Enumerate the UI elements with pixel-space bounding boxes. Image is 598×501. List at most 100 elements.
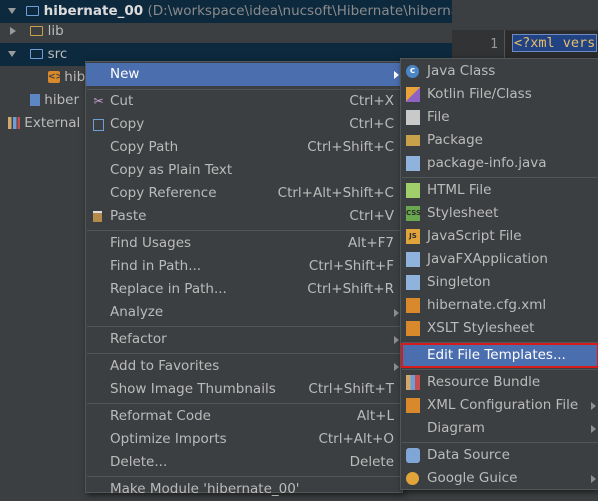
tree-item-label: External L [24,115,93,131]
menu-item-label: Refactor [110,331,167,347]
new-item-google-guice[interactable]: Google Guice [401,467,598,490]
clipboard-icon [93,211,102,222]
menu-item-delete[interactable]: Delete... Delete [86,451,402,474]
new-item-xml-configuration-file[interactable]: XML Configuration File [401,394,598,417]
line-number: 1 [490,37,498,52]
menu-item-label: JavaScript File [427,228,522,244]
menu-separator [87,326,401,327]
menu-item-label: Stylesheet [427,205,499,221]
menu-separator [87,403,401,404]
java-file-icon [406,156,420,171]
code-text: <?xml vers [512,34,598,52]
xml-file-icon [406,321,420,336]
chevron-down-icon[interactable] [8,51,16,57]
menu-item-shortcut: Ctrl+Shift+F [308,258,394,274]
menu-item-shortcut: Ctrl+X [349,93,394,109]
menu-separator [402,442,598,443]
menu-item-label: XSLT Stylesheet [427,320,535,336]
menu-item-label: package-info.java [427,155,547,171]
new-item-diagram[interactable]: Diagram [401,417,598,440]
menu-item-show-image-thumbnails[interactable]: Show Image Thumbnails Ctrl+Shift+T [86,378,402,401]
new-item-edit-file-templates[interactable]: Edit File Templates... [401,343,598,368]
tree-item-label: lib [47,23,64,39]
new-item-xslt-stylesheet[interactable]: XSLT Stylesheet [401,317,598,340]
menu-item-label: Delete... [110,454,168,470]
chevron-down-icon[interactable] [8,8,16,14]
menu-item-paste[interactable]: Paste Ctrl+V [86,205,402,228]
menu-item-cut[interactable]: ✂ Cut Ctrl+X [86,90,402,113]
menu-item-label: XML Configuration File [427,397,579,413]
menu-item-copy-plain-text[interactable]: Copy as Plain Text [86,159,402,182]
menu-item-label: Google Guice [427,470,518,486]
menu-item-label: Edit File Templates... [427,347,566,363]
menu-item-copy-path[interactable]: Copy Path Ctrl+Shift+C [86,136,402,159]
new-item-hibernate-cfg[interactable]: hibernate.cfg.xml [401,294,598,317]
menu-item-label: Analyze [110,304,164,320]
xml-file-icon: <> [48,71,64,83]
menu-item-label: Copy Reference [110,185,217,201]
tree-item-label: hib [64,69,86,85]
copy-icon [93,119,104,131]
menu-item-shortcut: Alt+F7 [348,235,394,251]
submenu-arrow-icon [591,425,596,433]
menu-item-copy-reference[interactable]: Copy Reference Ctrl+Alt+Shift+C [86,182,402,205]
chevron-right-icon[interactable] [10,27,16,35]
submenu-arrow-icon [591,475,596,483]
new-item-java-class[interactable]: c Java Class [401,60,598,83]
menu-item-label: Make Module 'hibernate_00' [110,481,300,497]
menu-item-add-to-favorites[interactable]: Add to Favorites [86,355,402,378]
js-file-icon: JS [406,229,420,244]
menu-item-replace-in-path[interactable]: Replace in Path... Ctrl+Shift+R [86,278,402,301]
database-icon [406,448,420,463]
menu-item-label: New [110,66,140,82]
menu-item-label: HTML File [427,182,492,198]
menu-item-shortcut: Alt+L [356,408,394,424]
menu-item-shortcut: Ctrl+Alt+Shift+C [277,185,394,201]
new-item-singleton[interactable]: Singleton [401,271,598,294]
menu-item-refactor[interactable]: Refactor [86,328,402,351]
menu-item-shortcut: Ctrl+Shift+R [307,281,394,297]
new-item-package[interactable]: Package [401,129,598,152]
menu-separator [402,177,598,178]
tree-root-name: hibernate_00 [43,3,144,19]
scissors-icon: ✂ [93,94,104,108]
menu-item-make-module[interactable]: Make Module 'hibernate_00' [86,478,402,501]
new-item-package-info[interactable]: package-info.java [401,152,598,175]
menu-item-label: Optimize Imports [110,431,227,447]
menu-item-shortcut: Ctrl+Alt+O [318,431,394,447]
menu-item-find-usages[interactable]: Find Usages Alt+F7 [86,232,402,255]
menu-item-label: Java Class [427,63,496,79]
menu-item-copy[interactable]: Copy Ctrl+C [86,113,402,136]
menu-item-reformat-code[interactable]: Reformat Code Alt+L [86,405,402,428]
code-line[interactable]: <?xml vers [512,34,598,52]
menu-item-label: Package [427,132,483,148]
new-item-data-source[interactable]: Data Source [401,444,598,467]
menu-item-analyze[interactable]: Analyze [86,301,402,324]
menu-item-label: Reformat Code [110,408,211,424]
tree-root-path: (D:\workspace\idea\nucsoft\Hibernate\hib… [147,3,473,19]
new-item-resource-bundle[interactable]: Resource Bundle [401,371,598,394]
new-item-html-file[interactable]: HTML File [401,179,598,202]
menu-item-label: Singleton [427,274,491,290]
menu-item-label: Find in Path... [110,258,202,274]
menu-item-optimize-imports[interactable]: Optimize Imports Ctrl+Alt+O [86,428,402,451]
submenu-arrow-icon [394,309,399,317]
menu-item-shortcut: Delete [349,454,394,470]
menu-item-label: hibernate.cfg.xml [427,297,547,313]
new-item-javascript-file[interactable]: JS JavaScript File [401,225,598,248]
new-item-kotlin-file[interactable]: Kotlin File/Class [401,83,598,106]
submenu-arrow-icon [591,402,596,410]
new-item-stylesheet[interactable]: CSS Stylesheet [401,202,598,225]
menu-item-shortcut: Ctrl+Shift+C [307,139,394,155]
html-file-icon [406,183,420,198]
menu-item-find-in-path[interactable]: Find in Path... Ctrl+Shift+F [86,255,402,278]
tree-item-lib[interactable]: lib [0,20,452,43]
new-item-file[interactable]: File [401,106,598,129]
menu-separator [87,476,401,477]
xml-file-icon [406,398,420,413]
editor-tab-bar [452,0,598,31]
menu-item-shortcut: Ctrl+C [349,116,394,132]
menu-item-new[interactable]: New [86,63,402,86]
submenu-arrow-icon [394,363,399,371]
new-item-javafx-application[interactable]: JavaFXApplication [401,248,598,271]
